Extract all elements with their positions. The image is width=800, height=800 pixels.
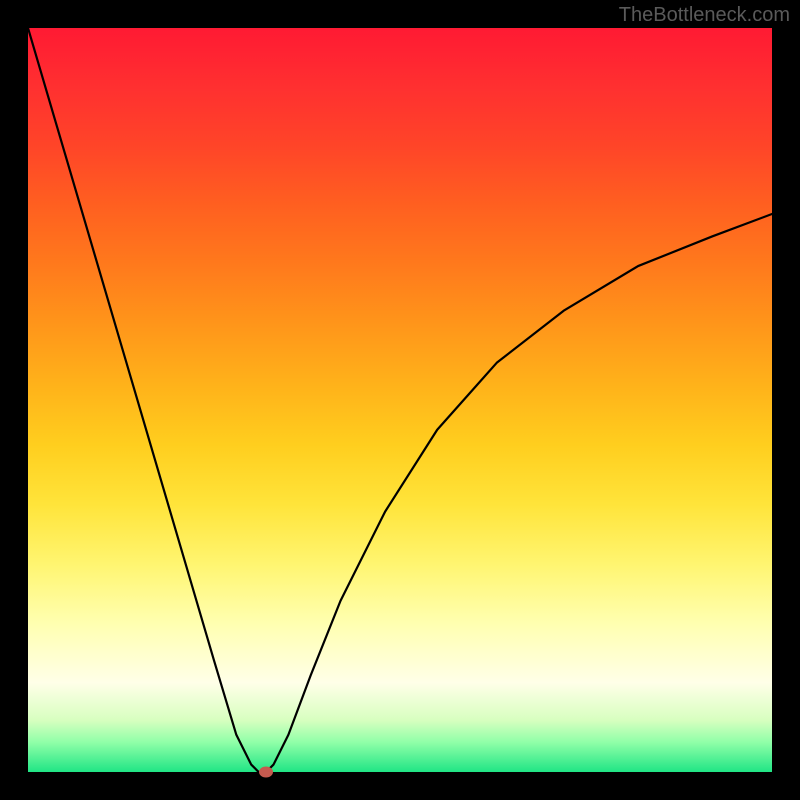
plot-area <box>28 28 772 772</box>
chart-frame: TheBottleneck.com <box>0 0 800 800</box>
curve-layer <box>28 28 772 772</box>
minimum-marker <box>259 767 273 778</box>
bottleneck-curve <box>28 28 772 772</box>
watermark-text: TheBottleneck.com <box>619 4 790 27</box>
